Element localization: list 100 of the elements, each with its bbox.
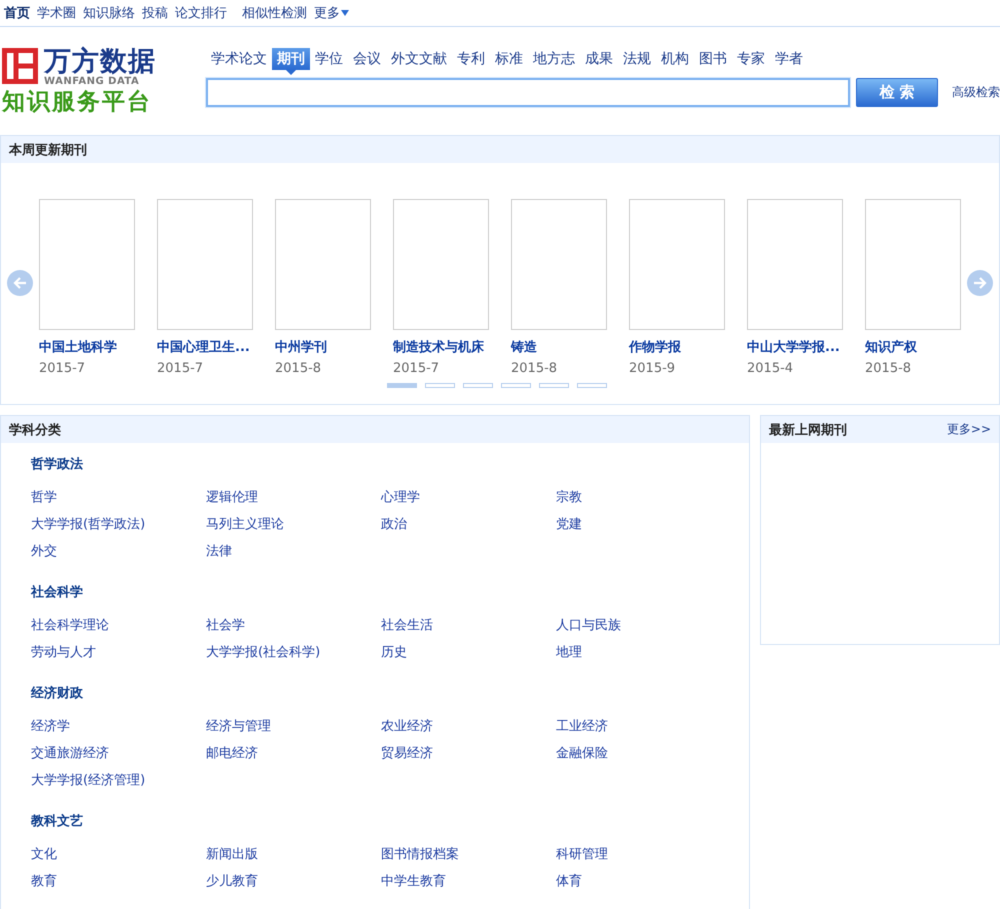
journal-title[interactable]: 铸造 <box>511 340 607 356</box>
category-title: 哲学政法 <box>31 457 84 473</box>
subject-link[interactable]: 农业经济 <box>381 713 556 740</box>
subject-link[interactable]: 地理 <box>556 639 731 666</box>
cover-placeholder[interactable] <box>511 198 607 330</box>
search-tab[interactable]: 机构 <box>656 48 694 70</box>
subject-link[interactable]: 工业经济 <box>556 713 731 740</box>
logo-name: 万方数据 <box>44 48 156 76</box>
search-tab[interactable]: 专利 <box>452 48 490 70</box>
subject-link[interactable]: 社会科学理论 <box>31 612 206 639</box>
subject-link[interactable]: 外交 <box>31 538 206 565</box>
journal-date: 2015-8 <box>275 360 322 376</box>
panel-title: 最新上网期刊 <box>769 422 848 438</box>
subject-link[interactable]: 马列主义理论 <box>206 511 381 538</box>
nav-link[interactable]: 投稿 <box>142 4 168 22</box>
logo-subtitle: WANFANG DATA <box>44 76 140 87</box>
subject-link[interactable]: 心理学 <box>381 484 556 511</box>
cover-placeholder[interactable] <box>747 198 843 330</box>
journal-title[interactable]: 中国心理卫生... <box>157 340 253 356</box>
search-tab[interactable]: 学位 <box>310 48 348 70</box>
journal-date: 2015-7 <box>393 360 440 376</box>
journal-date: 2015-7 <box>157 360 204 376</box>
subject-link[interactable]: 人口与民族 <box>556 612 731 639</box>
subject-link[interactable]: 历史 <box>381 639 556 666</box>
subject-link[interactable]: 经济学 <box>31 713 206 740</box>
search-tab[interactable]: 学者 <box>770 48 808 70</box>
cover-placeholder[interactable] <box>275 198 371 330</box>
journal-date: 2015-8 <box>865 360 912 376</box>
subject-link[interactable]: 社会生活 <box>381 612 556 639</box>
nav-link[interactable]: 更多 <box>314 4 349 22</box>
search-tab[interactable]: 成果 <box>580 48 618 70</box>
search-tab[interactable]: 外文文献 <box>386 48 452 70</box>
subject-link[interactable]: 党建 <box>556 511 731 538</box>
subject-link[interactable]: 金融保险 <box>556 740 731 767</box>
subject-link[interactable]: 新闻出版 <box>206 841 381 868</box>
subject-link[interactable]: 宗教 <box>556 484 731 511</box>
logo-slogan: 知识服务平台 <box>2 88 153 117</box>
search-tab[interactable]: 专家 <box>732 48 770 70</box>
journal-title[interactable]: 作物学报 <box>629 340 725 356</box>
advanced-search-link[interactable]: 高级检索 <box>952 84 1000 101</box>
search-tab[interactable]: 法规 <box>618 48 656 70</box>
cover-placeholder[interactable] <box>629 198 725 330</box>
nav-link[interactable]: 首页 <box>4 4 30 22</box>
nav-link[interactable]: 学术圈 <box>37 4 76 22</box>
subject-link[interactable]: 经济与管理 <box>206 713 381 740</box>
journal-date: 2015-4 <box>747 360 794 376</box>
subject-link[interactable]: 大学学报(社会科学) <box>206 639 381 666</box>
panel-title: 学科分类 <box>9 422 61 438</box>
caret-icon <box>341 10 349 16</box>
cover-placeholder[interactable] <box>865 198 961 330</box>
subject-link[interactable]: 少儿教育 <box>206 868 381 895</box>
cover-placeholder[interactable] <box>157 198 253 330</box>
subject-link[interactable]: 大学学报(哲学政法) <box>31 511 206 538</box>
subject-link[interactable]: 法律 <box>206 538 381 565</box>
subject-link[interactable]: 图书情报档案 <box>381 841 556 868</box>
cover-placeholder[interactable] <box>393 198 489 330</box>
category-title: 社会科学 <box>31 585 84 601</box>
subject-link[interactable]: 交通旅游经济 <box>31 740 206 767</box>
subject-link[interactable]: 哲学 <box>31 484 206 511</box>
journal-date: 2015-8 <box>511 360 558 376</box>
page-indicator[interactable] <box>577 383 607 388</box>
category-title: 教科文艺 <box>31 814 84 830</box>
journal-title[interactable]: 中山大学学报... <box>747 340 843 356</box>
subject-link[interactable]: 邮电经济 <box>206 740 381 767</box>
journal-title[interactable]: 制造技术与机床 <box>393 340 489 356</box>
subject-link[interactable]: 大学学报(经济管理) <box>31 767 206 794</box>
subject-link[interactable]: 中学生教育 <box>381 868 556 895</box>
panel-title: 本周更新期刊 <box>9 142 87 158</box>
journal-title[interactable]: 知识产权 <box>865 340 961 356</box>
search-tab[interactable]: 标准 <box>490 48 528 70</box>
logo-icon <box>2 48 38 84</box>
subject-link[interactable]: 教育 <box>31 868 206 895</box>
nav-link[interactable]: 相似性检测 <box>242 4 307 22</box>
journal-date: 2015-9 <box>629 360 676 376</box>
subject-link[interactable]: 贸易经济 <box>381 740 556 767</box>
subject-link[interactable]: 体育 <box>556 868 731 895</box>
journal-title[interactable]: 中州学刊 <box>275 340 371 356</box>
more-link[interactable]: 更多>> <box>946 421 991 438</box>
page-indicator[interactable] <box>463 383 493 388</box>
search-tab[interactable]: 地方志 <box>528 48 580 70</box>
subject-link[interactable]: 政治 <box>381 511 556 538</box>
nav-link[interactable]: 知识脉络 <box>83 4 135 22</box>
nav-link[interactable]: 论文排行 <box>175 4 227 22</box>
page-indicator[interactable] <box>425 383 455 388</box>
search-tab[interactable]: 会议 <box>348 48 386 70</box>
subject-link[interactable]: 文化 <box>31 841 206 868</box>
journal-title[interactable]: 中国土地科学 <box>39 340 135 356</box>
subject-link[interactable]: 科研管理 <box>556 841 731 868</box>
cover-placeholder[interactable] <box>39 198 135 330</box>
subject-link[interactable]: 劳动与人才 <box>31 639 206 666</box>
journal-date: 2015-7 <box>39 360 86 376</box>
category-title: 经济财政 <box>31 686 84 702</box>
page-indicator[interactable] <box>501 383 531 388</box>
subject-link[interactable]: 逻辑伦理 <box>206 484 381 511</box>
search-field[interactable] <box>206 78 850 107</box>
search-tab[interactable]: 学术论文 <box>206 48 272 70</box>
search-tab[interactable]: 图书 <box>694 48 732 70</box>
page-indicator[interactable] <box>387 383 417 388</box>
page-indicator[interactable] <box>539 383 569 388</box>
subject-link[interactable]: 社会学 <box>206 612 381 639</box>
